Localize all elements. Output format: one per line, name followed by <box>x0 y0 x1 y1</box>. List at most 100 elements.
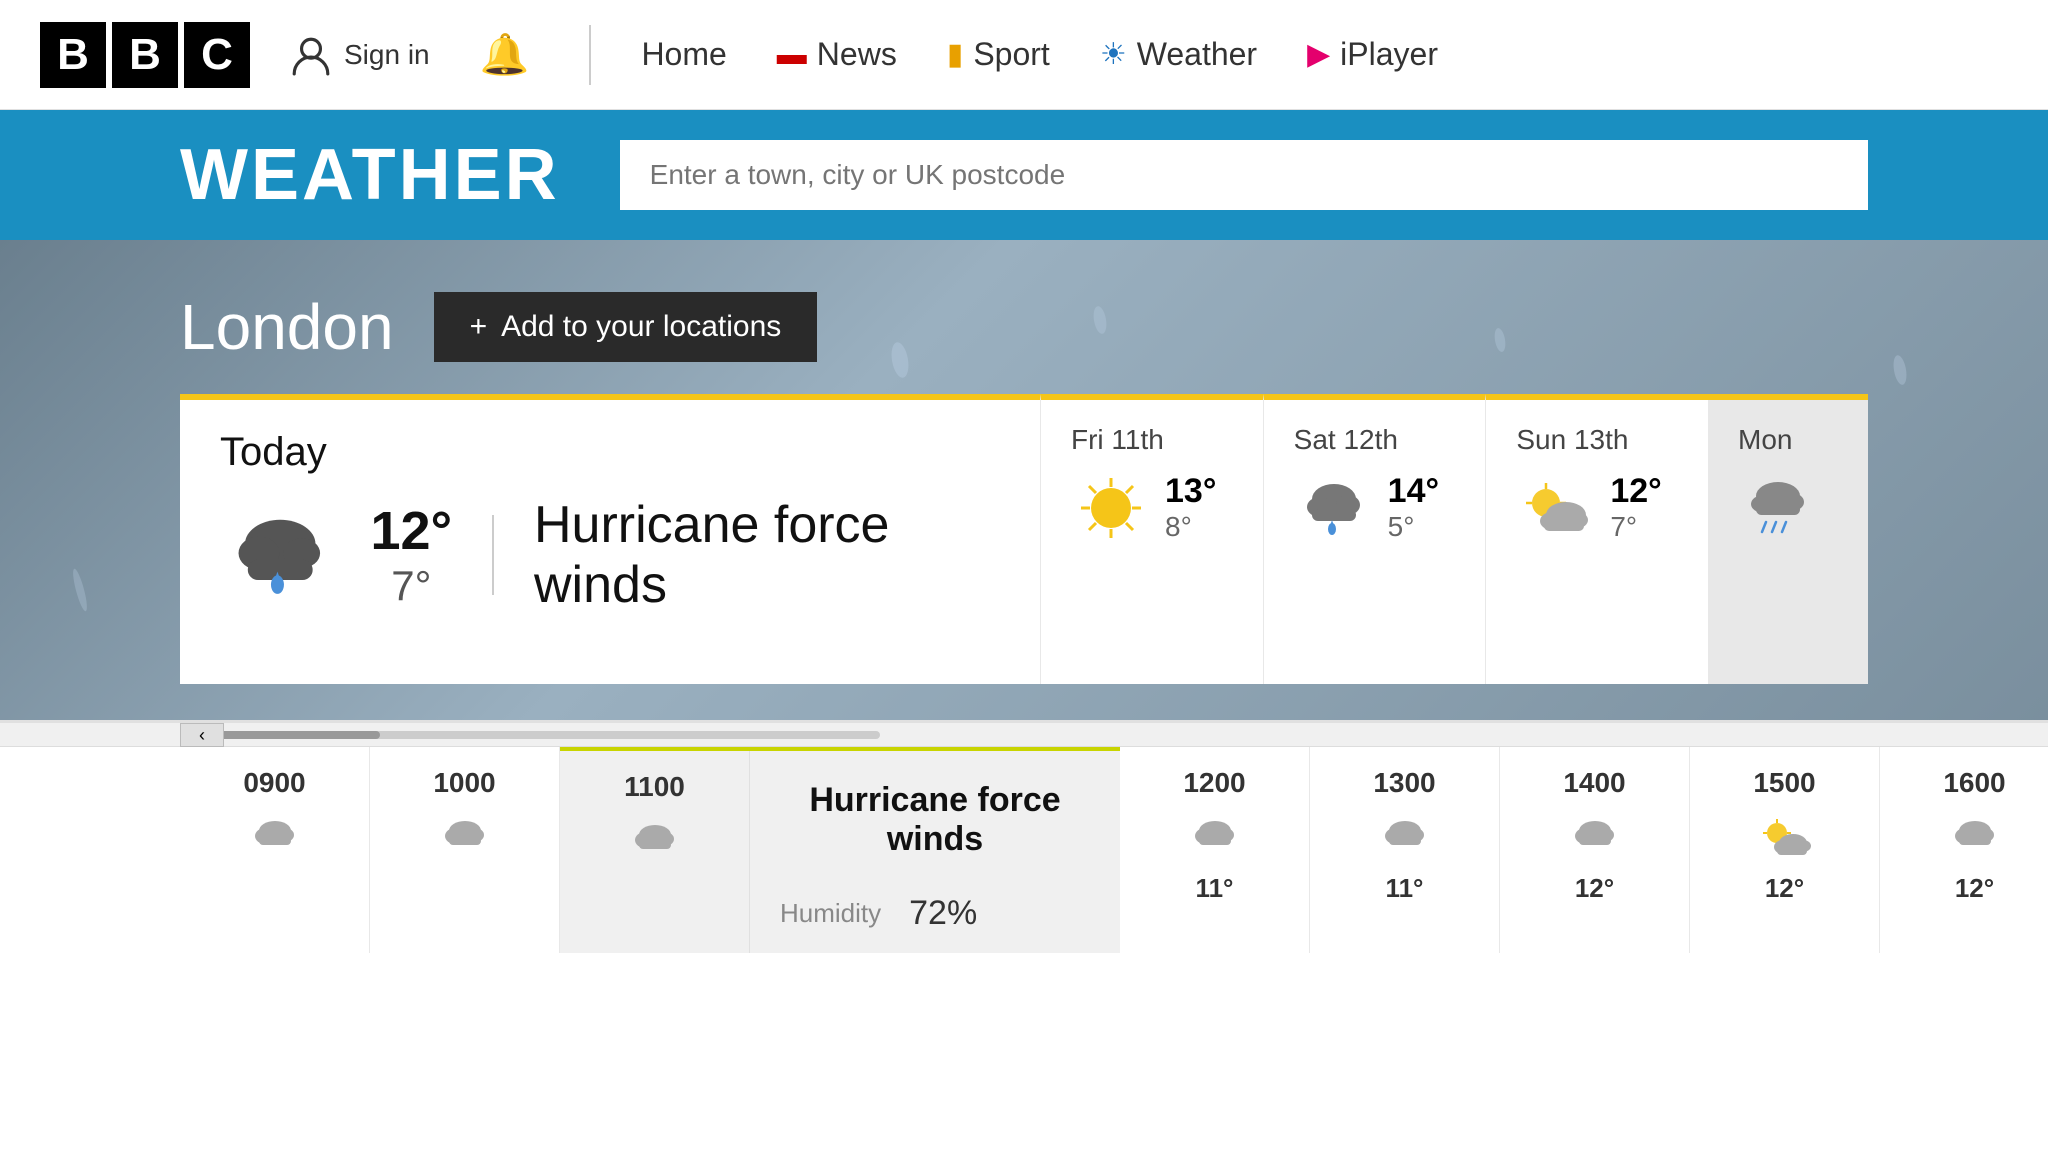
hour-1200: 1200 11° <box>1120 747 1310 953</box>
nav-iplayer[interactable]: ▶ iPlayer <box>1287 26 1458 83</box>
fri-content: 13° 8° <box>1071 472 1233 543</box>
hurricane-top-row: 1100 Hurricane force winds Hum <box>560 747 1120 953</box>
hourly-section: ‹ 0900 1000 <box>0 720 2048 953</box>
mon-content <box>1738 472 1838 542</box>
today-temp-low: 7° <box>370 562 452 610</box>
cloud-icon-1300 <box>1375 811 1435 861</box>
fri-low: 8° <box>1165 511 1216 543</box>
person-icon <box>290 34 332 76</box>
hour-1300-icon <box>1310 811 1499 861</box>
day-card-sun[interactable]: Sun 13th 12° 7° <box>1485 394 1708 684</box>
sun-high: 12° <box>1610 472 1661 511</box>
cloud-icon-1600 <box>1945 811 2005 861</box>
hurricane-info: Hurricane force winds Humidity 72% <box>750 751 1120 953</box>
hurricane-label: Hurricane force winds <box>780 771 1090 859</box>
add-location-button[interactable]: + Add to your locations <box>434 292 818 362</box>
location-name: London <box>180 290 394 364</box>
iplayer-icon: ▶ <box>1307 37 1330 72</box>
temp-divider <box>492 515 494 595</box>
hour-1000: 1000 <box>370 747 560 953</box>
sun-weather-icon <box>1516 473 1596 543</box>
sun-low: 7° <box>1610 511 1661 543</box>
sign-in-button[interactable]: Sign in <box>290 34 430 76</box>
sat-weather-icon <box>1294 473 1374 543</box>
sign-in-label: Sign in <box>344 39 430 71</box>
nav-divider <box>589 25 591 85</box>
hour-1000-icon <box>370 811 559 861</box>
hour-1500-temp: 12° <box>1690 873 1879 904</box>
hour-1400-label: 1400 <box>1500 767 1689 799</box>
bell-icon[interactable]: 🔔 <box>480 31 530 78</box>
hour-1600-label: 1600 <box>1880 767 2048 799</box>
sun-temps: 12° 7° <box>1610 472 1661 543</box>
day-card-fri[interactable]: Fri 11th 13° 8° <box>1040 394 1263 684</box>
today-content: 12° 7° Hurricane force winds <box>220 495 1000 615</box>
scroll-track: ‹ <box>0 723 2048 747</box>
today-temp-block: 12° 7° <box>370 500 452 610</box>
bbc-letter-c: C <box>184 22 250 88</box>
hour-1100-label: 1100 <box>560 771 749 803</box>
hour-1300-label: 1300 <box>1310 767 1499 799</box>
fri-weather-icon <box>1071 473 1151 543</box>
nav-weather[interactable]: ☀ Weather <box>1080 26 1277 83</box>
sport-icon: ▮ <box>947 37 964 72</box>
location-row: London + Add to your locations <box>180 290 1868 364</box>
hour-1000-label: 1000 <box>370 767 559 799</box>
hour-1500-icon <box>1690 811 1879 861</box>
weather-nav-icon: ☀ <box>1100 37 1127 72</box>
hour-1200-temp: 11° <box>1120 873 1309 904</box>
hour-1600: 1600 12° <box>1880 747 2048 953</box>
humidity-row: Humidity 72% <box>780 894 1090 933</box>
search-input[interactable] <box>650 159 1838 191</box>
sport-label: Sport <box>973 36 1049 73</box>
hour-1600-temp: 12° <box>1880 873 2048 904</box>
hour-1400-temp: 12° <box>1500 873 1689 904</box>
nav-news[interactable]: ▬ News <box>757 26 917 83</box>
cloud-icon-1200 <box>1185 811 1245 861</box>
cloud-icon-0900 <box>245 811 305 861</box>
plus-icon: + <box>470 310 488 344</box>
partly-cloudy-icon-1500 <box>1755 811 1815 861</box>
sun-label: Sun 13th <box>1516 424 1678 456</box>
scroll-bar[interactable] <box>180 731 880 739</box>
news-icon: ▬ <box>777 38 807 72</box>
sat-label: Sat 12th <box>1294 424 1456 456</box>
day-card-mon[interactable]: Mon <box>1708 394 1868 684</box>
today-label: Today <box>220 430 1000 475</box>
iplayer-label: iPlayer <box>1340 36 1438 73</box>
humidity-value: 72% <box>909 894 977 933</box>
cloud-icon-1400 <box>1565 811 1625 861</box>
fri-temps: 13° 8° <box>1165 472 1216 543</box>
weather-bar: WEATHER <box>0 110 2048 240</box>
hour-1500: 1500 12° <box>1690 747 1880 953</box>
fri-label: Fri 11th <box>1071 424 1233 456</box>
hour-1600-icon <box>1880 811 2048 861</box>
day-card-sat[interactable]: Sat 12th 14° 5° <box>1263 394 1486 684</box>
hour-1400: 1400 12° <box>1500 747 1690 953</box>
location-banner: London + Add to your locations Today <box>0 240 2048 720</box>
add-location-label: Add to your locations <box>501 310 781 344</box>
bbc-letter-b2: B <box>112 22 178 88</box>
sat-high: 14° <box>1388 472 1439 511</box>
today-temp-high: 12° <box>370 500 452 562</box>
hour-1100-icon <box>560 815 749 865</box>
today-weather-icon <box>220 505 340 605</box>
hour-0900-label: 0900 <box>180 767 369 799</box>
sat-temps: 14° 5° <box>1388 472 1439 543</box>
hour-0900-icon <box>180 811 369 861</box>
news-label: News <box>817 36 897 73</box>
hour-0900: 0900 <box>180 747 370 953</box>
scroll-left-button[interactable]: ‹ <box>180 723 224 747</box>
humidity-label: Humidity <box>780 898 881 929</box>
hourly-grid: 0900 1000 <box>180 747 2048 953</box>
hour-1200-label: 1200 <box>1120 767 1309 799</box>
nav-home[interactable]: Home <box>621 26 746 83</box>
sat-low: 5° <box>1388 511 1439 543</box>
cloud-icon-1000 <box>435 811 495 861</box>
forecast-area: Today 12° 7° Hurricane force winds <box>180 394 1868 684</box>
nav-sport[interactable]: ▮ Sport <box>927 26 1070 83</box>
today-condition: Hurricane force winds <box>534 495 1000 615</box>
search-container <box>620 140 1868 210</box>
cloud-icon-1100 <box>625 815 685 865</box>
weather-title: WEATHER <box>180 134 560 216</box>
